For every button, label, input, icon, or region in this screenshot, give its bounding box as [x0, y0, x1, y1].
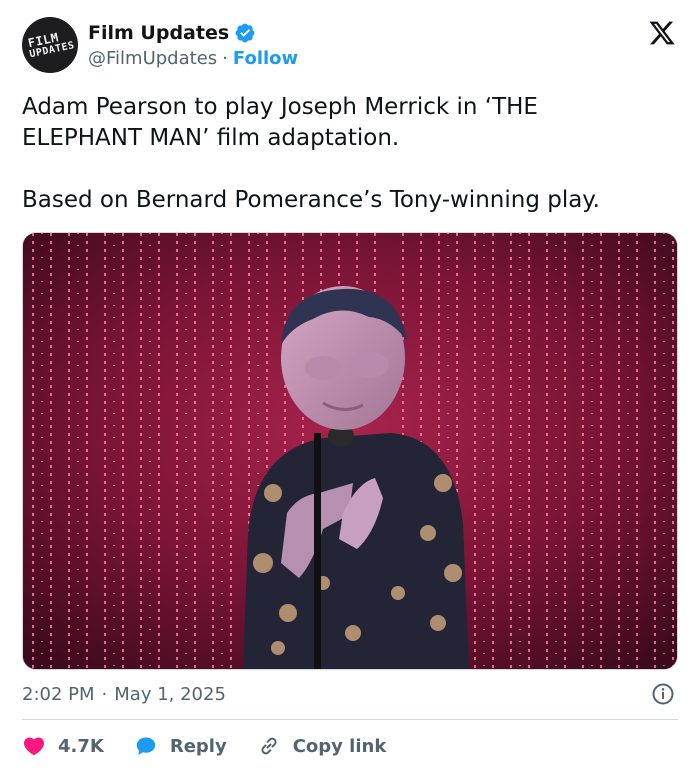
- tweet-text: Adam Pearson to play Joseph Merrick in ‘…: [22, 92, 682, 216]
- separator-dot: ·: [222, 48, 228, 69]
- follow-button[interactable]: Follow: [233, 48, 298, 69]
- tweet-paragraph: Adam Pearson to play Joseph Merrick in ‘…: [22, 94, 538, 151]
- reply-bubble-icon: [136, 737, 156, 755]
- avatar[interactable]: FILM UPDATES: [16, 11, 84, 79]
- tweet-paragraph: Based on Bernard Pomerance’s Tony-winnin…: [22, 187, 600, 213]
- link-icon: [261, 737, 277, 755]
- tweet-header: FILM UPDATES Film Updates @FilmUpdates ·…: [16, 11, 682, 79]
- divider: [22, 719, 678, 720]
- display-name[interactable]: Film Updates: [88, 22, 229, 44]
- info-icon[interactable]: [651, 682, 675, 706]
- handle-row: @FilmUpdates · Follow: [88, 48, 298, 69]
- reply-button[interactable]: Reply: [134, 734, 227, 758]
- like-button[interactable]: 4.7K: [22, 734, 104, 758]
- photo-illustration: [23, 233, 677, 669]
- copy-link-label: Copy link: [292, 735, 387, 757]
- separator-dot: ·: [101, 683, 108, 705]
- copy-link-button[interactable]: Copy link: [257, 734, 387, 758]
- heart-icon: [23, 737, 45, 756]
- verified-badge-icon: [235, 23, 255, 43]
- reply-label: Reply: [169, 735, 227, 757]
- like-count: 4.7K: [58, 735, 104, 757]
- handle[interactable]: @FilmUpdates: [88, 48, 217, 69]
- timestamp[interactable]: 2:02 PM · May 1, 2025: [22, 680, 226, 708]
- action-bar: 4.7K Reply Copy link: [22, 732, 416, 760]
- x-logo-icon[interactable]: [648, 19, 676, 47]
- post-time: 2:02 PM: [22, 683, 95, 705]
- tweet-photo[interactable]: [22, 232, 678, 670]
- post-date: May 1, 2025: [114, 683, 226, 705]
- name-row: Film Updates: [88, 20, 256, 46]
